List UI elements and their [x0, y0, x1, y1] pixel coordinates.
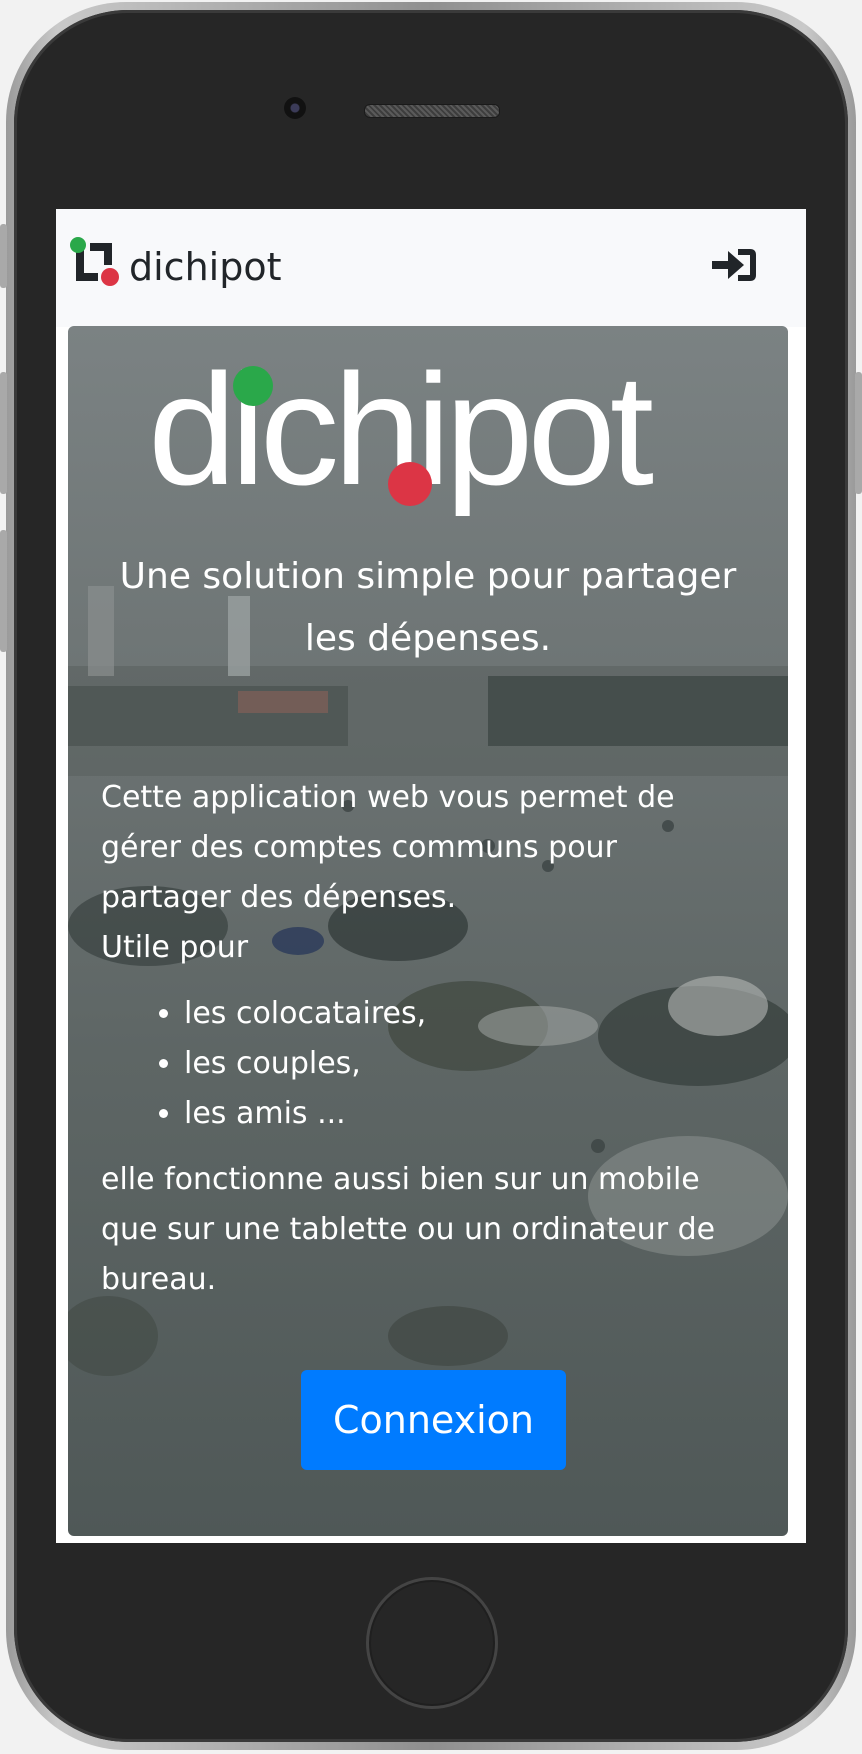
list-item: les couples, [184, 1039, 741, 1089]
list-item: les amis ... [184, 1089, 741, 1139]
phone-volume-up [0, 372, 7, 494]
description: Cette application web vous permet de gér… [101, 773, 741, 1305]
dichipot-hero-logo: dichipot [148, 366, 659, 516]
intro-paragraph: Cette application web vous permet de gér… [101, 780, 675, 915]
phone-mute-switch [0, 224, 7, 288]
closing-paragraph: elle fonctionne aussi bien sur un mobile… [101, 1162, 716, 1297]
navbar-brand[interactable]: dichipot [129, 245, 281, 289]
phone-volume-down [0, 530, 7, 652]
sign-in-icon[interactable] [710, 245, 758, 285]
dichipot-logo-icon[interactable] [68, 235, 120, 287]
navbar: dichipot [56, 209, 806, 327]
home-button[interactable] [366, 1577, 498, 1709]
audience-list: les colocataires, les couples, les amis … [101, 989, 741, 1139]
list-item: les colocataires, [184, 989, 741, 1039]
phone-power-button [855, 372, 862, 494]
tagline: Une solution simple pour partager les dé… [119, 556, 737, 659]
intro-useful-for: Utile pour [101, 930, 249, 965]
connexion-button[interactable]: Connexion [301, 1370, 566, 1470]
hero-section: dichipot Une solution simple pour partag… [68, 326, 788, 1536]
earpiece-speaker [364, 104, 500, 118]
app-screen: dichipot dichipot Une solution simple po… [56, 209, 806, 1543]
front-camera [284, 97, 306, 119]
